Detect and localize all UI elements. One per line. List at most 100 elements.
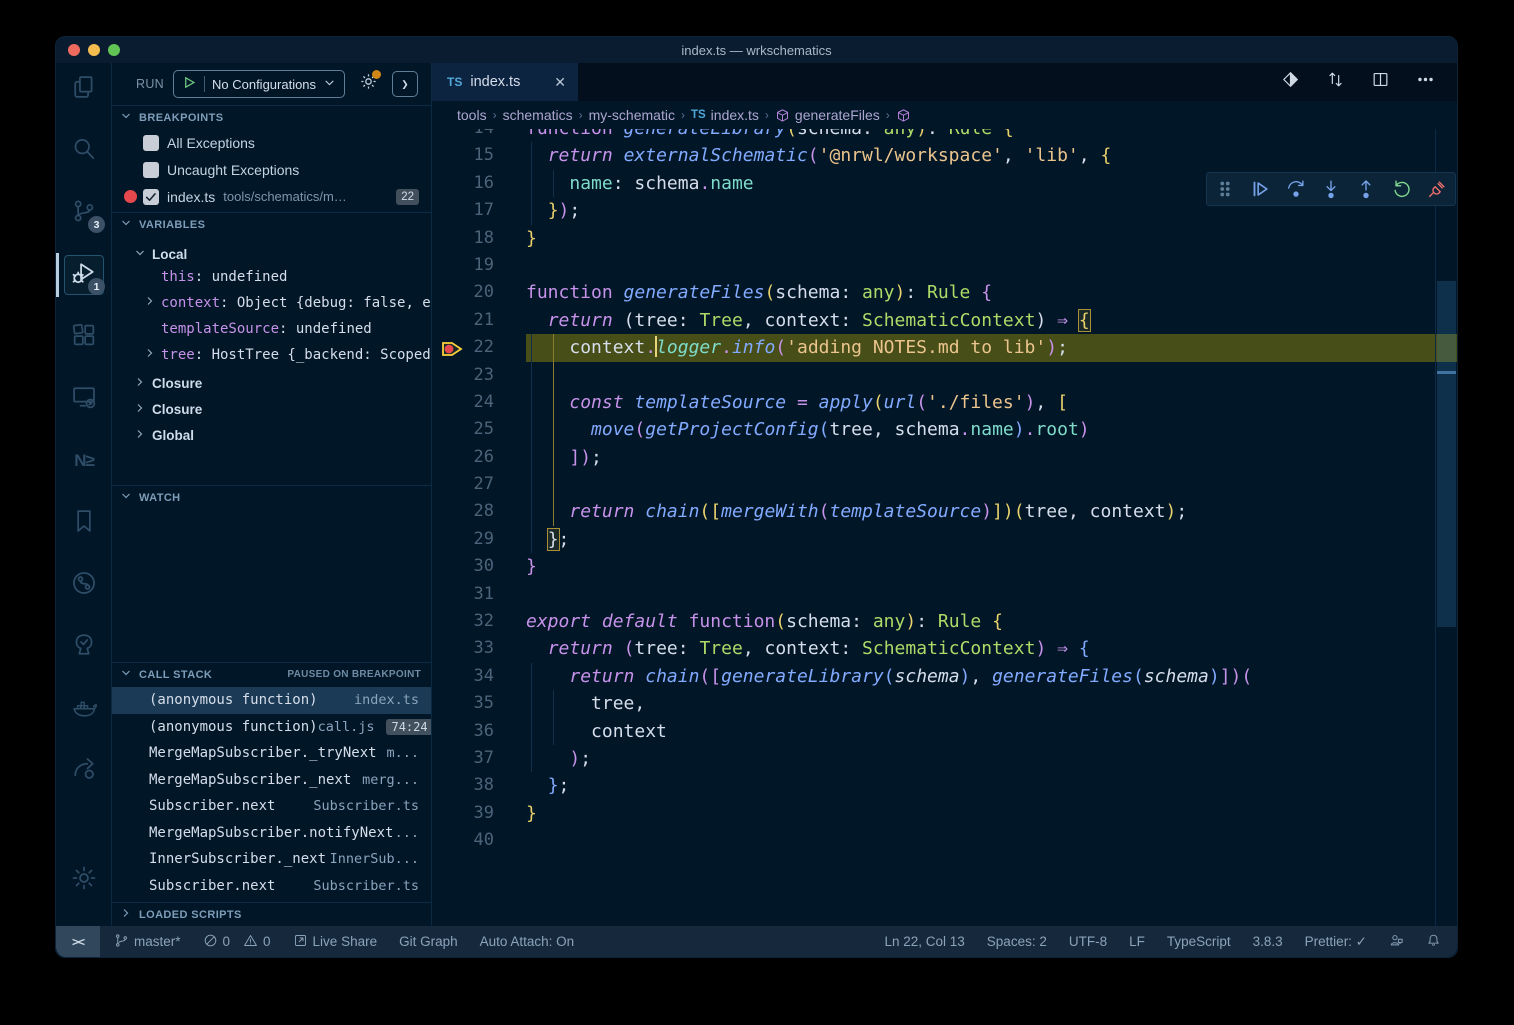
section-header-call-stack[interactable]: CALL STACKPAUSED ON BREAKPOINT [112, 662, 431, 686]
step-out-button[interactable] [1353, 176, 1379, 202]
variable-row[interactable]: this: undefined [112, 264, 431, 290]
status-item-ln-22-col-13[interactable]: Ln 22, Col 13 [884, 934, 964, 949]
variable-value: : Object {debug: false, en… [220, 295, 431, 311]
line-number: 15 [432, 142, 526, 169]
call-stack-frame[interactable]: (anonymous function)call.js74:24 [112, 714, 431, 741]
remote-indicator[interactable]: >< [56, 926, 100, 957]
checkbox-checked[interactable] [143, 189, 159, 205]
code-editor[interactable]: 14function generateLibrary(schema: any):… [432, 129, 1457, 926]
overview-ruler [1435, 129, 1456, 926]
tab-index-ts[interactable]: TS index.ts ✕ [432, 63, 578, 101]
status-item-git-graph[interactable]: Git Graph [399, 934, 458, 949]
variable-scope-closure[interactable]: Closure [112, 370, 431, 396]
status-item-auto-attach-on[interactable]: Auto Attach: On [480, 934, 575, 949]
breakpoint-row[interactable]: index.tstools/schematics/my-sch…22 [112, 183, 431, 210]
status-item-live-share[interactable]: Live Share [293, 933, 378, 951]
bell-icon[interactable] [1426, 933, 1441, 951]
breadcrumb-item[interactable]: generateFiles [775, 107, 880, 123]
breadcrumb-label: my-schematic [589, 107, 675, 123]
code-line: 23 [432, 362, 1457, 389]
section-title: LOADED SCRIPTS [139, 909, 242, 921]
activity-item-live-share[interactable] [56, 747, 112, 795]
breakpoint-label: index.ts [167, 189, 215, 205]
line-number: 14 [432, 129, 526, 142]
configure-launch-button[interactable] [359, 72, 378, 96]
launch-configuration-dropdown[interactable]: No Configurations [173, 70, 345, 98]
code-text: }; [526, 526, 1457, 553]
status-item-3-8-3[interactable]: 3.8.3 [1253, 934, 1283, 949]
variable-row[interactable]: tree: HostTree {_backend: ScopedH… [112, 342, 431, 368]
breadcrumb-item[interactable]: TSindex.ts [691, 107, 759, 123]
status-label: TypeScript [1167, 934, 1231, 949]
call-stack-frame[interactable]: InnerSubscriber._nextInnerSub... [112, 846, 431, 873]
variable-row[interactable]: templateSource: undefined [112, 316, 431, 342]
activity-item-bookmarks[interactable] [56, 499, 112, 547]
feedback-icon[interactable] [1389, 933, 1404, 951]
continue-button[interactable] [1247, 176, 1273, 202]
activity-item-test-tree[interactable] [56, 623, 112, 671]
code-text: return (tree: Tree, context: SchematicCo… [526, 635, 1457, 662]
status-item-master-[interactable]: master* [114, 933, 181, 951]
start-debugging-icon[interactable] [182, 75, 197, 93]
call-stack-frame[interactable]: MergeMapSubscriber.notifyNext... [112, 820, 431, 847]
call-stack-frame[interactable]: MergeMapSubscriber._tryNextm... [112, 740, 431, 767]
breadcrumb-item[interactable] [896, 108, 916, 123]
activity-item-source-control[interactable]: 3 [56, 189, 112, 237]
variable-scope-closure[interactable]: Closure [112, 396, 431, 422]
checkbox[interactable] [143, 162, 159, 178]
activity-item-search[interactable] [56, 127, 112, 175]
variable-scope-global[interactable]: Global [112, 422, 431, 448]
section-header-breakpoints[interactable]: BREAKPOINTS [112, 105, 431, 129]
line-number: 34 [432, 663, 526, 690]
status-item-prettier-[interactable]: Prettier: ✓ [1305, 934, 1367, 950]
errors-count: 0 [223, 934, 231, 949]
breakpoint-row[interactable]: All Exceptions [112, 129, 431, 156]
section-header-watch[interactable]: WATCH [112, 485, 431, 509]
call-stack-frame[interactable]: Subscriber.nextSubscriber.ts [112, 793, 431, 820]
frame-name: MergeMapSubscriber._tryNext [149, 745, 377, 761]
more-actions-icon[interactable] [1416, 70, 1435, 94]
debug-console-button[interactable]: ❯ [392, 71, 418, 97]
restart-button[interactable] [1389, 176, 1415, 202]
editor-scrollbar[interactable] [1437, 281, 1456, 627]
chevron-right-icon [134, 402, 146, 417]
breadcrumb-item[interactable]: my-schematic [589, 107, 675, 123]
activity-item-settings[interactable] [56, 856, 112, 904]
variable-row[interactable]: context: Object {debug: false, en… [112, 290, 431, 316]
activity-item-docker[interactable] [56, 685, 112, 733]
step-over-button[interactable] [1283, 176, 1309, 202]
remote-explorer-icon [70, 383, 98, 416]
call-stack-frame[interactable]: MergeMapSubscriber._nextmerg... [112, 767, 431, 794]
frame-file: ... [395, 825, 419, 841]
section-header-variables[interactable]: VARIABLES [112, 212, 431, 236]
checkbox[interactable] [143, 135, 159, 151]
status-item-lf[interactable]: LF [1129, 934, 1145, 949]
diamond-icon[interactable] [1281, 70, 1300, 94]
close-tab-icon[interactable]: ✕ [554, 74, 566, 91]
activity-item-explorer[interactable] [56, 65, 112, 113]
activity-item-remote-explorer[interactable] [56, 375, 112, 423]
split-editor-icon[interactable] [1371, 70, 1390, 94]
compare-changes-icon[interactable] [1326, 70, 1345, 94]
step-into-button[interactable] [1318, 176, 1344, 202]
section-header-loaded-scripts[interactable]: LOADED SCRIPTS [112, 902, 431, 926]
frame-position-badge: 74:24 [386, 719, 432, 735]
call-stack-frame[interactable]: (anonymous function)index.ts [112, 687, 431, 714]
activity-item-run-and-debug[interactable]: 1 [56, 251, 112, 299]
breakpoint-row[interactable]: Uncaught Exceptions [112, 156, 431, 183]
activity-item-extensions[interactable] [56, 313, 112, 361]
breadcrumb-item[interactable]: schematics [503, 107, 573, 123]
code-text: return (tree: Tree, context: SchematicCo… [526, 307, 1457, 334]
feedback-icon [1389, 933, 1404, 951]
activity-item-nx-console[interactable]: N≥ [56, 437, 112, 485]
status-item-typescript[interactable]: TypeScript [1167, 934, 1231, 949]
breadcrumb-item[interactable]: tools [457, 107, 487, 123]
activity-item-git-lens[interactable] [56, 561, 112, 609]
status-item-0[interactable]: 00 [203, 933, 271, 951]
status-item-spaces-2[interactable]: Spaces: 2 [987, 934, 1047, 949]
status-item-utf-8[interactable]: UTF-8 [1069, 934, 1107, 949]
line-number: 29 [432, 526, 526, 553]
call-stack-frame[interactable]: Subscriber.nextSubscriber.ts [112, 873, 431, 900]
scope-label: Closure [152, 402, 202, 417]
disconnect-button[interactable] [1424, 176, 1450, 202]
